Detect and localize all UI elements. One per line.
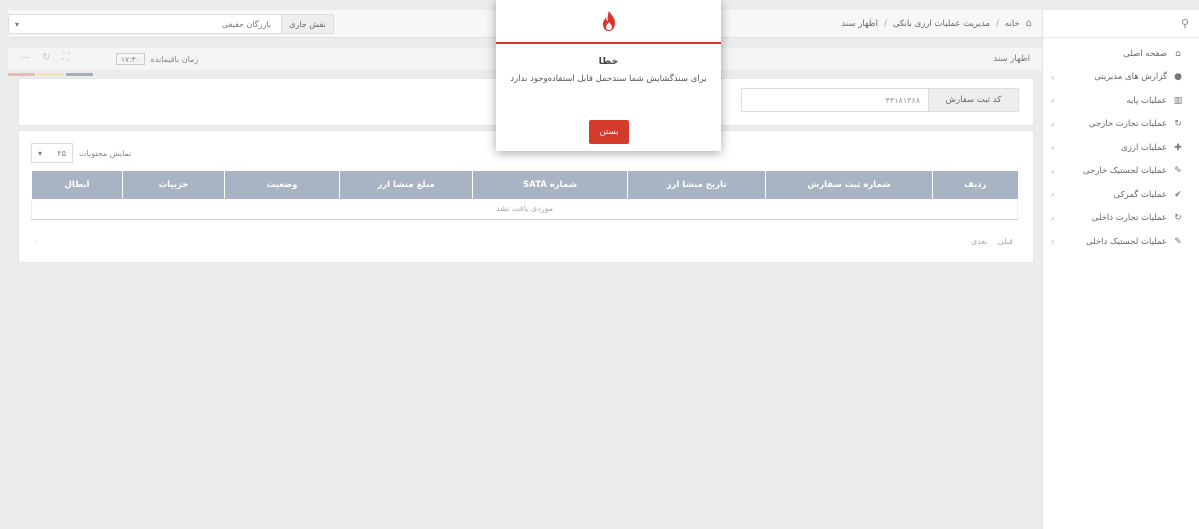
order-code-label: کد ثبت سفارش [928,89,1018,111]
error-modal: خطا برای سندگشایش شما سندحمل قابل استفاد… [496,0,721,151]
sidebar-item-base-operations[interactable]: ▥ عملیات پایه ‹ [1043,89,1199,113]
modal-header [496,0,721,44]
chart-icon: ▥ [1173,95,1183,106]
role-label: نقش جاری [281,15,333,33]
sidebar-item-domestic-logistics[interactable]: ✎ عملیات لجستیک داخلی ‹ [1043,230,1199,254]
reload-icon[interactable]: ↻ [42,52,50,63]
column-header[interactable]: جزییات [122,171,225,199]
panel-tools: ⛶ ↻ — [20,52,69,63]
page-title: اظهار سند [993,54,1030,64]
chevron-left-icon: ‹ [1051,72,1055,82]
role-value: بازرگان حقیقی [221,19,271,29]
sidebar-item-label: عملیات تجارت خارجی [1088,119,1167,130]
column-header[interactable]: وضعیت [224,171,340,199]
chevron-left-icon: ‹ [1051,190,1055,200]
user-plus-icon: ✚ [1174,142,1182,153]
chevron-left-icon: ‹ [1051,119,1055,129]
breadcrumb-current: اظهار سند [841,18,878,29]
sidebar-item-label: گزارش های مدیریتی [1094,72,1167,83]
modal-title: خطا [598,56,619,67]
sidebar-item-domestic-trade[interactable]: ↻ عملیات تجارت داخلی ‹ [1043,207,1199,231]
search-icon[interactable]: ⚲ [1181,17,1189,30]
collapse-icon[interactable]: — [20,52,30,63]
flame-icon [602,11,615,31]
sidebar-item-foreign-trade[interactable]: ↻ عملیات تجارت خارجی ‹ [1043,113,1199,137]
sidebar-menu: ⌂ صفحه اصلی ● گزارش های مدیریتی ‹ ▥ عملی… [1043,38,1199,254]
session-timer: زمان باقیمانده ۱۷:۳۰ [116,53,198,65]
sidebar-item-label: عملیات گمرکی [1113,189,1167,200]
chevron-left-icon: ‹ [1051,143,1055,153]
check-icon: ✔ [1174,189,1182,200]
order-code-field: کد ثبت سفارش ۴۴۱۸۱۳۶۸ [741,88,1019,112]
home-icon: ⌂ [1175,48,1181,59]
sidebar-item-label: صفحه اصلی [1123,48,1167,59]
home-icon[interactable]: ⌂ [1026,18,1032,29]
breadcrumb-separator: / [995,18,999,29]
pagination: قبلی بعدی [971,237,1013,246]
sidebar-item-label: عملیات پایه [1126,95,1167,106]
pager-next-button[interactable]: بعدی [971,237,988,246]
sidebar-item-label: عملیات تجارت داخلی [1091,213,1167,224]
sidebar-item-foreign-logistics[interactable]: ✎ عملیات لجستیک خارجی ‹ [1043,160,1199,184]
chevron-left-icon: ‹ [1051,166,1055,176]
color-strips [8,73,93,76]
fullscreen-icon[interactable]: ⛶ [62,52,69,63]
page-size-value: ۲۵ [57,148,66,158]
sidebar-item-home[interactable]: ⌂ صفحه اصلی [1043,42,1199,66]
sidebar-item-customs[interactable]: ✔ عملیات گمرکی ‹ [1043,183,1199,207]
chevron-left-icon: ‹ [1051,237,1055,247]
result-count: ۰ [33,237,38,246]
chevron-left-icon: ‹ [1051,213,1055,223]
chevron-down-icon: ▾ [38,148,43,158]
column-header[interactable]: شماره SATA [472,171,628,199]
order-code-input[interactable]: ۴۴۱۸۱۳۶۸ [742,89,928,111]
breadcrumb: ⌂ خانه / مدیریت عملیات ارزی بانکی / اظها… [841,18,1032,29]
page-size-control: نمایش محتویات ۲۵ ▾ [31,143,131,163]
edit-icon: ✎ [1174,236,1182,247]
timer-label: زمان باقیمانده [150,54,199,64]
pager-prev-button[interactable]: قبلی [997,237,1013,246]
column-header[interactable]: مبلغ منشا ارز [339,171,473,199]
page-size-select[interactable]: ۲۵ ▾ [31,143,73,163]
role-selector: نقش جاری بازرگان حقیقی ▾ [8,14,334,34]
sidebar: ⚲ ⌂ صفحه اصلی ● گزارش های مدیریتی ‹ ▥ عم… [1042,10,1199,529]
breadcrumb-home[interactable]: خانه [1005,19,1020,29]
results-table: ردیف شماره ثبت سفارش تاریخ منشا ارز شمار… [31,171,1018,220]
sidebar-search[interactable]: ⚲ [1043,10,1199,38]
modal-message: برای سندگشایش شما سندحمل قابل استفاده‌وج… [510,74,707,84]
role-dropdown[interactable]: بازرگان حقیقی ▾ [9,15,281,33]
column-header[interactable]: تاریخ منشا ارز [627,171,766,199]
color-strip-yellow [37,73,64,76]
refresh-icon: ↻ [1174,119,1182,130]
sidebar-item-currency-operations[interactable]: ✚ عملیات ارزی ‹ [1043,136,1199,160]
user-icon: ● [1174,72,1182,83]
color-strip-blue [66,73,93,76]
color-strip-red [8,73,35,76]
chevron-left-icon: ‹ [1051,96,1055,106]
breadcrumb-level1[interactable]: مدیریت عملیات ارزی بانکی [893,19,990,29]
table-header-row: ردیف شماره ثبت سفارش تاریخ منشا ارز شمار… [31,171,1018,199]
breadcrumb-separator: / [883,18,887,29]
app-root: ⚲ ⌂ صفحه اصلی ● گزارش های مدیریتی ‹ ▥ عم… [0,0,1199,529]
edit-icon: ✎ [1174,166,1182,177]
sidebar-item-management-reports[interactable]: ● گزارش های مدیریتی ‹ [1043,66,1199,90]
refresh-icon: ↻ [1174,213,1182,224]
sidebar-item-label: عملیات ارزی [1121,142,1167,153]
sidebar-item-label: عملیات لجستیک داخلی [1085,236,1167,247]
column-header[interactable]: ردیف [932,171,1018,199]
sidebar-item-label: عملیات لجستیک خارجی [1082,166,1167,177]
column-header[interactable]: شماره ثبت سفارش [765,171,933,199]
timer-value: ۱۷:۳۰ [116,53,145,65]
table-row: موردی یافت نشد [31,199,1018,220]
column-header[interactable]: ابطال [31,171,123,199]
page-size-label: نمایش محتویات [79,148,132,158]
close-button[interactable]: بستن [589,120,629,144]
empty-message: موردی یافت نشد [31,199,1018,220]
chevron-down-icon: ▾ [15,19,20,29]
